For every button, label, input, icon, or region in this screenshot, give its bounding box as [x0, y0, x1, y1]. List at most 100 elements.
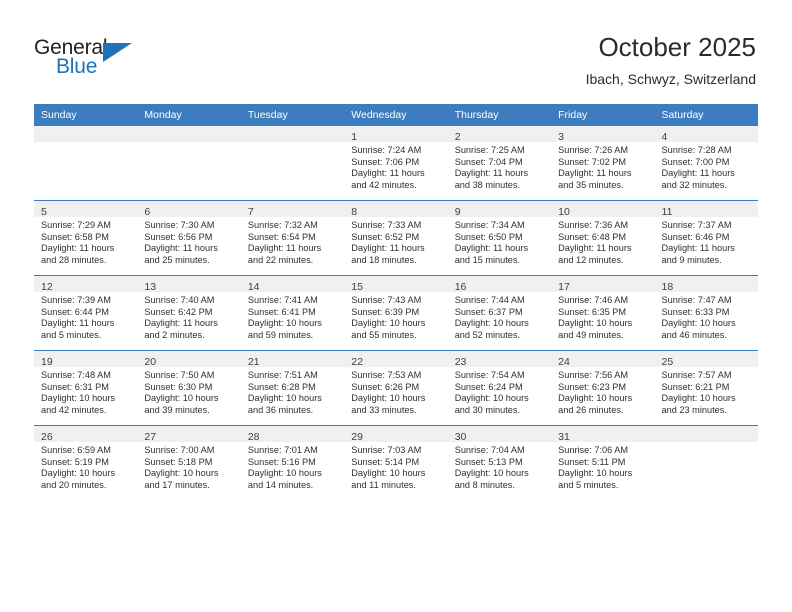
day-sunset-text: Sunset: 5:19 PM [41, 456, 109, 467]
calendar-day-cell: 20 Sunrise: 7:50 AM Sunset: 6:30 PM Dayligh… [137, 350, 241, 426]
calendar-day-cell: 7 Sunrise: 7:32 AM Sunset: 6:54 PM Daylight… [240, 200, 345, 276]
day-daylight1-text: Daylight: 10 hours [558, 468, 633, 479]
day-sun-info: Sunrise: 7:54 AM Sunset: 6:24 PM Daylight:… [448, 367, 551, 416]
day-number-strip: 22 [344, 351, 448, 368]
day-daylight2-text: and 5 minutes. [41, 329, 102, 340]
calendar-week-row: 5 Sunrise: 7:29 AM Sunset: 6:58 PM Daylight… [34, 200, 758, 276]
day-sunrise-text: Sunrise: 7:06 AM [558, 445, 629, 455]
day-daylight2-text: and 28 minutes. [41, 254, 107, 265]
day-sunset-text: Sunset: 5:11 PM [558, 456, 626, 467]
day-sunrise-text: Sunrise: 7:30 AM [144, 220, 215, 230]
day-daylight2-text: and 36 minutes. [247, 404, 314, 415]
day-sunset-text: Sunset: 6:33 PM [661, 306, 730, 317]
calendar-header-row: Sunday Monday Tuesday Wednesday Thursday… [34, 104, 758, 126]
day-number: 9 [454, 206, 461, 218]
day-daylight2-text: and 8 minutes. [454, 479, 515, 490]
day-number: 27 [144, 431, 157, 443]
day-number-strip: 5 [34, 201, 138, 218]
weekday-header-friday: Friday [551, 104, 655, 126]
day-daylight2-text: and 12 minutes. [558, 254, 624, 265]
calendar-day-cell: 18 Sunrise: 7:47 AM Sunset: 6:33 PM Dayligh… [654, 275, 758, 351]
calendar-week-row: 26 Sunrise: 6:59 AM Sunset: 5:19 PM Dayligh… [34, 425, 758, 500]
day-sunset-text: Sunset: 7:04 PM [454, 156, 523, 167]
day-number: 26 [41, 431, 53, 443]
day-number: 11 [661, 206, 673, 218]
page-title: October 2025 [598, 32, 756, 62]
day-number-strip: 30 [447, 426, 552, 443]
day-number-strip: 12 [34, 276, 138, 293]
day-sun-info: Sunrise: 7:46 AM Sunset: 6:35 PM Daylight:… [551, 292, 654, 341]
day-daylight2-text: and 55 minutes. [351, 329, 417, 340]
day-daylight1-text: Daylight: 11 hours [454, 243, 529, 254]
day-number-strip: 25 [654, 351, 758, 368]
day-daylight1-text: Daylight: 10 hours [558, 393, 633, 404]
calendar-day-cell: 13 Sunrise: 7:40 AM Sunset: 6:42 PM Dayligh… [137, 275, 241, 351]
day-number-strip: 11 [654, 201, 758, 218]
day-daylight1-text: Daylight: 11 hours [41, 243, 115, 254]
day-number: 5 [41, 206, 47, 218]
day-sunrise-text: Sunrise: 7:01 AM [247, 445, 318, 455]
day-sun-info: Sunrise: 7:47 AM Sunset: 6:33 PM Daylight:… [655, 292, 758, 341]
day-daylight2-text: and 26 minutes. [558, 404, 624, 415]
day-number-strip: 24 [551, 351, 655, 368]
day-daylight2-text: and 35 minutes. [558, 179, 624, 190]
weekday-header-thursday: Thursday [447, 104, 552, 126]
day-sunrise-text: Sunrise: 7:46 AM [558, 295, 629, 305]
day-sunset-text: Sunset: 5:13 PM [454, 456, 523, 467]
day-number: 18 [661, 281, 674, 293]
calendar-day-cell: 22 Sunrise: 7:53 AM Sunset: 6:26 PM Dayligh… [344, 350, 448, 426]
calendar-day-cell: 29 Sunrise: 7:03 AM Sunset: 5:14 PM Dayligh… [344, 425, 448, 500]
day-sun-info: Sunrise: 7:01 AM Sunset: 5:16 PM Daylight:… [241, 442, 344, 491]
day-daylight2-text: and 17 minutes. [144, 479, 210, 490]
day-sunrise-text: Sunrise: 7:51 AM [247, 370, 318, 380]
day-daylight1-text: Daylight: 10 hours [454, 318, 529, 329]
day-sunrise-text: Sunrise: 7:50 AM [144, 370, 215, 380]
calendar-cell-empty [137, 126, 241, 201]
day-sunset-text: Sunset: 7:00 PM [661, 156, 730, 167]
day-daylight1-text: Daylight: 11 hours [144, 318, 218, 329]
calendar-cell-empty [654, 425, 758, 500]
day-sunset-text: Sunset: 6:37 PM [454, 306, 523, 317]
day-sunset-text: Sunset: 6:56 PM [144, 231, 213, 242]
day-daylight2-text: and 22 minutes. [247, 254, 314, 265]
day-daylight2-text: and 49 minutes. [558, 329, 624, 340]
day-sunset-text: Sunset: 6:58 PM [41, 231, 109, 242]
day-daylight2-text: and 38 minutes. [454, 179, 521, 190]
day-sun-info: Sunrise: 7:36 AM Sunset: 6:48 PM Daylight:… [551, 217, 654, 266]
day-daylight1-text: Daylight: 10 hours [661, 393, 736, 404]
calendar-day-cell: 6 Sunrise: 7:30 AM Sunset: 6:56 PM Daylight… [137, 200, 241, 276]
day-sun-info: Sunrise: 7:32 AM Sunset: 6:54 PM Daylight:… [241, 217, 344, 266]
weekday-header-monday: Monday [137, 104, 241, 126]
day-sunset-text: Sunset: 6:28 PM [247, 381, 316, 392]
day-daylight2-text: and 39 minutes. [144, 404, 210, 415]
calendar-day-cell: 3 Sunrise: 7:26 AM Sunset: 7:02 PM Daylight… [551, 126, 655, 201]
day-sunrise-text: Sunrise: 7:00 AM [144, 445, 215, 455]
day-number-strip: 20 [137, 351, 241, 368]
day-number-strip: 14 [240, 276, 345, 293]
day-sun-info: Sunrise: 7:28 AM Sunset: 7:00 PM Daylight:… [655, 142, 758, 191]
day-sunset-text: Sunset: 6:42 PM [144, 306, 213, 317]
day-number: 4 [661, 131, 668, 143]
day-number: 14 [247, 281, 260, 293]
day-sun-info: Sunrise: 7:50 AM Sunset: 6:30 PM Daylight:… [137, 367, 240, 416]
day-daylight1-text: Daylight: 11 hours [247, 243, 322, 254]
day-number: 13 [144, 281, 157, 293]
calendar-day-cell: 14 Sunrise: 7:41 AM Sunset: 6:41 PM Dayligh… [240, 275, 345, 351]
day-sunset-text: Sunset: 6:30 PM [144, 381, 213, 392]
day-sunset-text: Sunset: 6:50 PM [454, 231, 523, 242]
day-sunset-text: Sunset: 7:06 PM [351, 156, 420, 167]
day-number-strip: 7 [240, 201, 345, 218]
calendar-week-row: 1 Sunrise: 7:24 AM Sunset: 7:06 PM Daylight… [34, 126, 758, 201]
day-daylight2-text: and 18 minutes. [351, 254, 417, 265]
day-daylight1-text: Daylight: 10 hours [351, 318, 426, 329]
calendar-day-cell: 21 Sunrise: 7:51 AM Sunset: 6:28 PM Dayligh… [240, 350, 345, 426]
weekday-header-sunday: Sunday [34, 104, 138, 126]
day-sunset-text: Sunset: 7:02 PM [558, 156, 627, 167]
day-number: 21 [247, 356, 260, 368]
day-number: 28 [247, 431, 260, 443]
day-number: 17 [558, 281, 570, 293]
day-sunset-text: Sunset: 6:52 PM [351, 231, 420, 242]
day-daylight2-text: and 5 minutes. [558, 479, 619, 490]
day-sunset-text: Sunset: 6:21 PM [661, 381, 730, 392]
day-sun-info: Sunrise: 7:34 AM Sunset: 6:50 PM Daylight:… [448, 217, 551, 266]
